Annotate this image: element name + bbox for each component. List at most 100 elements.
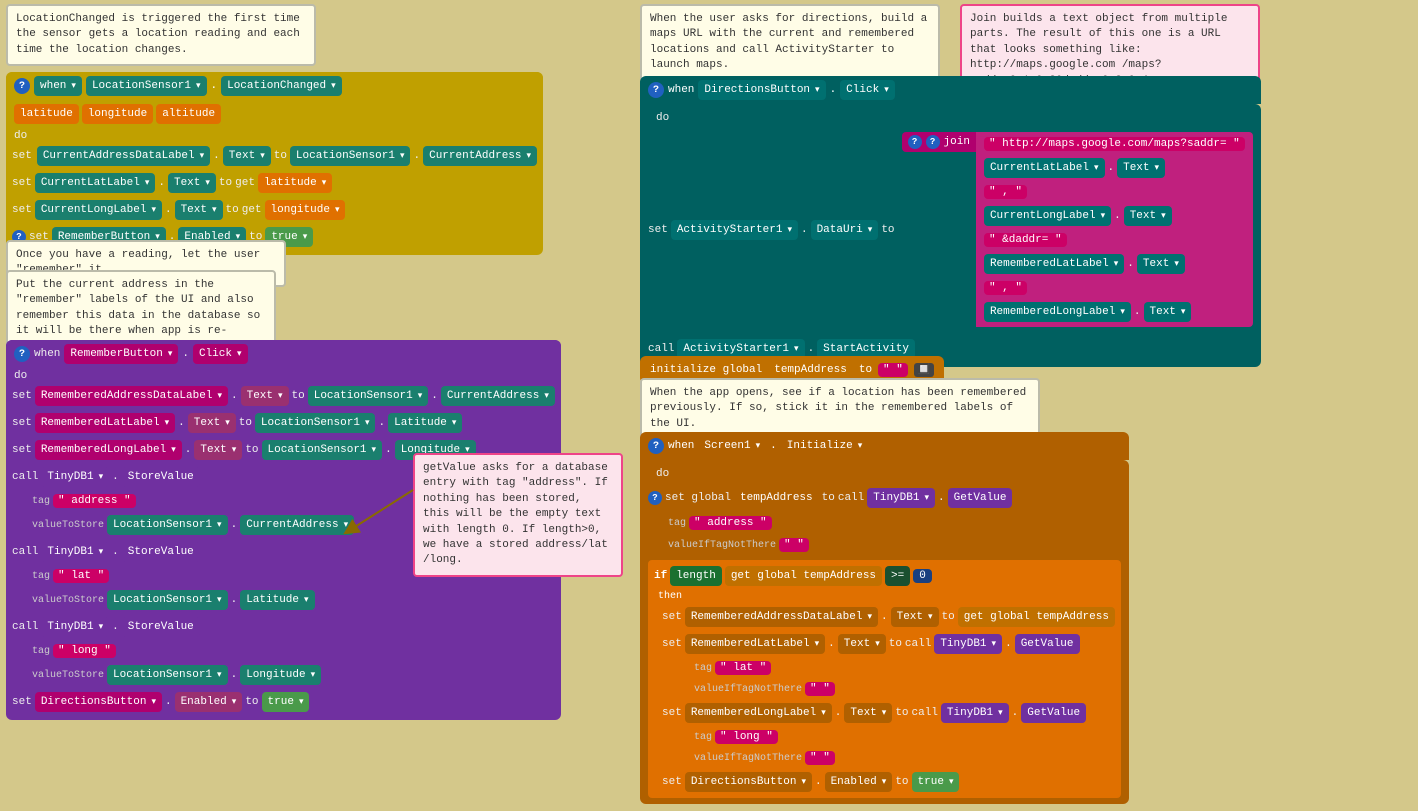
empty-str-1: " " bbox=[779, 538, 809, 552]
remembered-long-label-if[interactable]: RememberedLongLabel bbox=[685, 703, 832, 723]
current-long-label[interactable]: CurrentLongLabel bbox=[35, 200, 162, 220]
true-val-if[interactable]: true bbox=[912, 772, 960, 792]
if-block: if length get global tempAddress >= 0 th… bbox=[648, 560, 1121, 798]
loc-sensor-comp-5[interactable]: LocationSensor1 bbox=[262, 440, 383, 460]
help-icon-5[interactable]: ? bbox=[908, 135, 922, 149]
text-prop-4[interactable]: Text bbox=[241, 386, 289, 406]
tag-address-2: " address " bbox=[689, 516, 772, 530]
current-address-prop[interactable]: CurrentAddress bbox=[423, 146, 537, 166]
remembered-lat-label[interactable]: RememberedLatLabel bbox=[35, 413, 175, 433]
help-icon-4[interactable]: ? bbox=[648, 82, 664, 98]
initialize-event[interactable]: Initialize bbox=[781, 436, 869, 456]
text-prop-if-1[interactable]: Text bbox=[891, 607, 939, 627]
tinydb-init-1[interactable]: TinyDB1 bbox=[867, 488, 935, 508]
current-lat-label[interactable]: CurrentLatLabel bbox=[35, 173, 156, 193]
directions-btn-if[interactable]: DirectionsButton bbox=[685, 772, 812, 792]
store-value-2[interactable]: StoreValue bbox=[122, 542, 200, 562]
location-sensor-comp-2[interactable]: LocationSensor1 bbox=[290, 146, 411, 166]
text-join-4[interactable]: Text bbox=[1144, 302, 1192, 322]
loc-sensor-comp-3[interactable]: LocationSensor1 bbox=[308, 386, 429, 406]
text-prop-2[interactable]: Text bbox=[168, 173, 216, 193]
text-prop-3[interactable]: Text bbox=[175, 200, 223, 220]
comment-getvalue: getValue asks for a database entry with … bbox=[413, 453, 623, 577]
text-join-2[interactable]: Text bbox=[1124, 206, 1172, 226]
tag-lat: " lat " bbox=[53, 569, 109, 583]
text-join-1[interactable]: Text bbox=[1117, 158, 1165, 178]
data-uri-prop[interactable]: DataUri bbox=[811, 220, 879, 240]
directions-btn-comp[interactable]: DirectionsButton bbox=[35, 692, 162, 712]
current-address-label-comp[interactable]: CurrentAddressDataLabel bbox=[37, 146, 210, 166]
tag-lat-2: " lat " bbox=[715, 661, 771, 675]
tinydb-init-3[interactable]: TinyDB1 bbox=[941, 703, 1009, 723]
tag-long: " long " bbox=[53, 644, 116, 658]
zero-val: 0 bbox=[913, 569, 932, 583]
help-icon-3[interactable]: ? bbox=[14, 346, 30, 362]
enabled-prop-if[interactable]: Enabled bbox=[825, 772, 893, 792]
latitude-store[interactable]: Latitude bbox=[240, 590, 314, 610]
get-value-3[interactable]: GetValue bbox=[1021, 703, 1086, 723]
help-icon-7[interactable]: ? bbox=[648, 438, 664, 454]
text-prop-if-2[interactable]: Text bbox=[838, 634, 886, 654]
length-op[interactable]: length bbox=[670, 566, 722, 586]
get-global-temp-addr[interactable]: get global tempAddress bbox=[725, 566, 882, 586]
loc-sensor-store-3[interactable]: LocationSensor1 bbox=[107, 665, 228, 685]
help-icon-6[interactable]: ? bbox=[926, 135, 940, 149]
gt-op[interactable]: >= bbox=[885, 566, 910, 586]
click-event-2[interactable]: Click bbox=[840, 80, 895, 100]
param-altitude: altitude bbox=[156, 104, 221, 124]
loc-sensor-store-1[interactable]: LocationSensor1 bbox=[107, 515, 228, 535]
true-val-2[interactable]: true bbox=[262, 692, 310, 712]
click-event[interactable]: Click bbox=[193, 344, 248, 364]
comma-str: " , " bbox=[984, 185, 1027, 199]
get-longitude[interactable]: longitude bbox=[265, 200, 346, 220]
text-prop-1[interactable]: Text bbox=[223, 146, 271, 166]
empty-string-global: " " bbox=[878, 363, 908, 377]
tinydb-comp-2[interactable]: TinyDB1 bbox=[41, 542, 109, 562]
loc-sensor-comp-4[interactable]: LocationSensor1 bbox=[255, 413, 376, 433]
text-prop-5[interactable]: Text bbox=[188, 413, 236, 433]
get-value-1[interactable]: GetValue bbox=[948, 488, 1013, 508]
comma-str-2: " , " bbox=[984, 281, 1027, 295]
comment-app-opens: When the app opens, see if a location ha… bbox=[640, 378, 1040, 440]
screen1-comp[interactable]: Screen1 bbox=[698, 436, 766, 456]
get-latitude[interactable]: latitude bbox=[258, 173, 332, 193]
help-icon-8[interactable]: ? bbox=[648, 491, 662, 505]
current-addr-prop-2[interactable]: CurrentAddress bbox=[441, 386, 555, 406]
directions-btn-event-comp[interactable]: DirectionsButton bbox=[698, 80, 825, 100]
loc-sensor-store-2[interactable]: LocationSensor1 bbox=[107, 590, 228, 610]
remember-btn-comp[interactable]: RememberButton bbox=[64, 344, 178, 364]
get-value-2[interactable]: GetValue bbox=[1015, 634, 1080, 654]
location-changed-block: ? when LocationSensor1 . LocationChanged… bbox=[6, 72, 543, 255]
when-label[interactable]: when bbox=[34, 76, 82, 96]
tinydb-init-2[interactable]: TinyDB1 bbox=[934, 634, 1002, 654]
temp-address-var[interactable]: tempAddress bbox=[768, 360, 853, 380]
remembered-long-label-join[interactable]: RememberedLongLabel bbox=[984, 302, 1131, 322]
current-long-label-join[interactable]: CurrentLongLabel bbox=[984, 206, 1111, 226]
activity-starter-comp[interactable]: ActivityStarter1 bbox=[671, 220, 798, 240]
remembered-addr-label-if[interactable]: RememberedAddressDataLabel bbox=[685, 607, 878, 627]
canvas: LocationChanged is triggered the first t… bbox=[0, 0, 1418, 761]
current-lat-label-join[interactable]: CurrentLatLabel bbox=[984, 158, 1105, 178]
location-changed-event[interactable]: LocationChanged bbox=[221, 76, 342, 96]
text-join-3[interactable]: Text bbox=[1137, 254, 1185, 274]
remembered-long-label[interactable]: RememberedLongLabel bbox=[35, 440, 182, 460]
text-prop-if-3[interactable]: Text bbox=[844, 703, 892, 723]
store-value-3[interactable]: StoreValue bbox=[122, 617, 200, 637]
get-global-temp-addr-2[interactable]: get global tempAddress bbox=[958, 607, 1115, 627]
text-prop-6[interactable]: Text bbox=[194, 440, 242, 460]
screen1-init-block: ? when Screen1 . Initialize do ? set glo… bbox=[640, 432, 1129, 804]
longitude-store[interactable]: Longitude bbox=[240, 665, 321, 685]
remembered-lat-label-join[interactable]: RememberedLatLabel bbox=[984, 254, 1124, 274]
current-addr-store[interactable]: CurrentAddress bbox=[240, 515, 354, 535]
comment-directions: When the user asks for directions, build… bbox=[640, 4, 940, 82]
remembered-addr-label[interactable]: RememberedAddressDataLabel bbox=[35, 386, 228, 406]
help-icon[interactable]: ? bbox=[14, 78, 30, 94]
enabled-prop-2[interactable]: Enabled bbox=[175, 692, 243, 712]
tinydb-comp-1[interactable]: TinyDB1 bbox=[41, 467, 109, 487]
tinydb-comp-3[interactable]: TinyDB1 bbox=[41, 617, 109, 637]
remembered-lat-label-if[interactable]: RememberedLatLabel bbox=[685, 634, 825, 654]
latitude-prop[interactable]: Latitude bbox=[388, 413, 462, 433]
location-sensor-comp[interactable]: LocationSensor1 bbox=[86, 76, 207, 96]
temp-addr-var-2[interactable]: tempAddress bbox=[734, 488, 819, 508]
store-value-1[interactable]: StoreValue bbox=[122, 467, 200, 487]
